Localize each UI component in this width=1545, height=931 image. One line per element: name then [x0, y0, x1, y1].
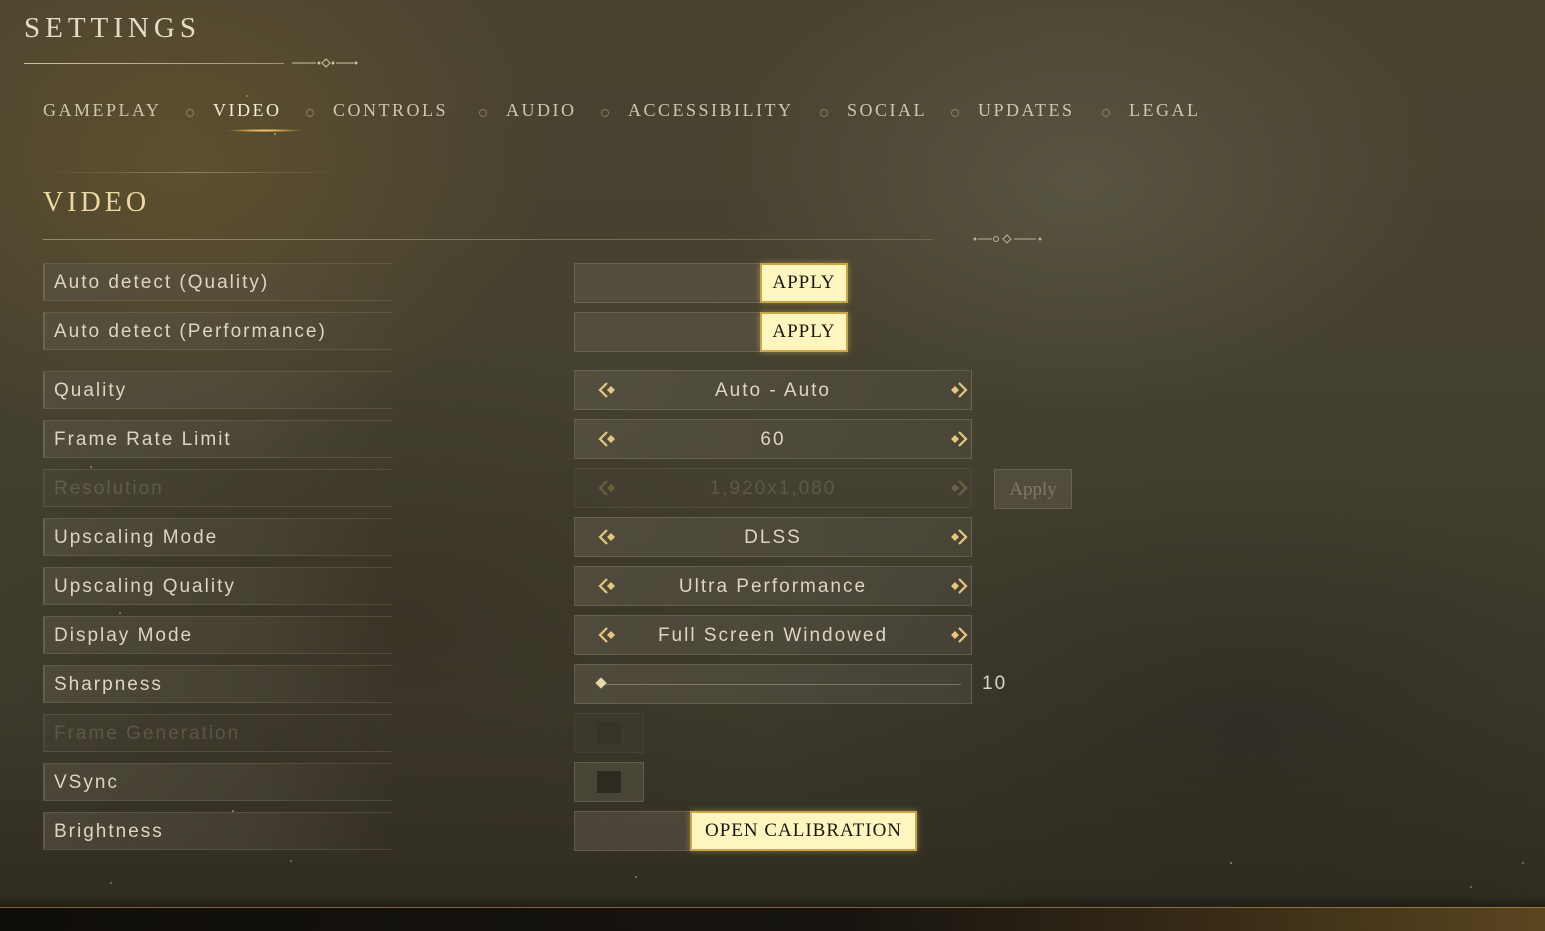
label-text: Auto detect (Performance): [54, 321, 327, 342]
chevron-left-icon[interactable]: [596, 380, 618, 400]
ember-particle: [274, 133, 276, 135]
active-tab-indicator: [229, 129, 301, 132]
label-text: Frame Rate Limit: [54, 429, 232, 450]
chevron-left-icon[interactable]: [596, 625, 618, 645]
tab-social[interactable]: SOCIAL: [847, 100, 927, 121]
display-mode-value: Full Screen Windowed: [657, 625, 889, 646]
sharpness-value: 10: [982, 673, 1008, 694]
tab-separator: [601, 109, 609, 117]
auto-performance-apply-button[interactable]: APPLY: [760, 312, 848, 352]
upscaling-quality-value: Ultra Performance: [678, 576, 868, 597]
open-calibration-button[interactable]: OPEN CALIBRATION: [690, 811, 917, 851]
setting-label-brightness: Brightness: [43, 812, 393, 850]
upscaling-mode-selector: DLSS: [574, 517, 972, 557]
tab-separator: [186, 109, 194, 117]
tab-separator: [820, 109, 828, 117]
ember-particle: [1522, 862, 1524, 864]
resolution-selector: 1,920x1,080: [574, 468, 972, 508]
frame-rate-value: 60: [760, 429, 786, 450]
setting-label-resolution: Resolution: [43, 469, 393, 507]
setting-label-frame-rate-limit: Frame Rate Limit: [43, 420, 393, 458]
calibration-track: [574, 811, 694, 851]
ember-particle: [635, 876, 637, 878]
label-text: Quality: [54, 380, 128, 401]
frame-generation-checkbox: [574, 713, 644, 753]
tab-legal[interactable]: LEGAL: [1129, 100, 1200, 121]
tab-audio[interactable]: AUDIO: [506, 100, 577, 121]
auto-quality-apply-button[interactable]: APPLY: [760, 263, 848, 303]
ember-particle: [290, 860, 292, 862]
ember-particle: [232, 810, 234, 812]
resolution-apply-button: Apply: [994, 469, 1072, 509]
chevron-right-icon[interactable]: [948, 576, 970, 596]
label-text: Upscaling Quality: [54, 576, 236, 597]
upscaling-mode-value: DLSS: [744, 527, 802, 548]
tab-updates[interactable]: UPDATES: [978, 100, 1075, 121]
label-text: Brightness: [54, 821, 164, 842]
ember-particle: [1230, 862, 1232, 864]
chevron-left-icon[interactable]: [596, 576, 618, 596]
chevron-right-icon[interactable]: [948, 380, 970, 400]
tab-separator: [479, 109, 487, 117]
section-divider: [43, 239, 933, 240]
label-text: Frame Generation: [54, 723, 241, 744]
slider-thumb[interactable]: [595, 677, 607, 689]
ember-particle: [1470, 886, 1472, 888]
ember-particle: [119, 612, 121, 614]
ember-particle: [110, 882, 112, 884]
chevron-right-icon[interactable]: [948, 527, 970, 547]
quality-selector: Auto - Auto: [574, 370, 972, 410]
label-text: Upscaling Mode: [54, 527, 219, 548]
chevron-left-icon[interactable]: [596, 429, 618, 449]
sharpness-slider[interactable]: [574, 664, 972, 704]
ember-particle: [246, 95, 248, 97]
upscaling-quality-selector: Ultra Performance: [574, 566, 972, 606]
checkbox-square: [596, 721, 622, 745]
page-title: SETTINGS: [24, 12, 201, 44]
footer-bar: [0, 907, 1545, 931]
vsync-checkbox[interactable]: [574, 762, 644, 802]
setting-label-display-mode: Display Mode: [43, 616, 393, 654]
setting-label-frame-generation: Frame Generation: [43, 714, 393, 752]
setting-label-upscaling-mode: Upscaling Mode: [43, 518, 393, 556]
ember-particle: [90, 466, 92, 468]
ornament-divider-icon: [973, 234, 1042, 244]
setting-label-auto-quality: Auto detect (Quality): [43, 263, 393, 301]
tab-separator: [306, 109, 314, 117]
tab-video[interactable]: VIDEO: [213, 100, 282, 121]
section-title: VIDEO: [43, 187, 151, 218]
title-divider: [24, 63, 284, 64]
label-text: VSync: [54, 772, 119, 793]
chevron-right-icon[interactable]: [948, 625, 970, 645]
tab-separator: [951, 109, 959, 117]
label-text: Resolution: [54, 478, 164, 499]
chevron-left-icon[interactable]: [596, 527, 618, 547]
apply-track: [574, 263, 762, 303]
resolution-value: 1,920x1,080: [709, 478, 837, 499]
tab-gameplay[interactable]: GAMEPLAY: [43, 100, 161, 121]
setting-label-vsync: VSync: [43, 763, 393, 801]
setting-label-upscaling-quality: Upscaling Quality: [43, 567, 393, 605]
setting-label-auto-performance: Auto detect (Performance): [43, 312, 393, 350]
label-text: Display Mode: [54, 625, 194, 646]
ornament-divider-icon: [292, 58, 358, 68]
label-text: Auto detect (Quality): [54, 272, 270, 293]
setting-label-quality: Quality: [43, 371, 393, 409]
chevron-left-icon: [598, 480, 615, 496]
quality-value: Auto - Auto: [714, 380, 831, 401]
chevron-right-icon[interactable]: [948, 429, 970, 449]
tab-separator: [1102, 109, 1110, 117]
label-text: Sharpness: [54, 674, 163, 695]
checkbox-square[interactable]: [596, 770, 622, 794]
tab-controls[interactable]: CONTROLS: [333, 100, 448, 121]
setting-label-sharpness: Sharpness: [43, 665, 393, 703]
display-mode-selector: Full Screen Windowed: [574, 615, 972, 655]
frame-rate-selector: 60: [574, 419, 972, 459]
slider-track[interactable]: [601, 684, 961, 685]
apply-track: [574, 312, 762, 352]
tab-accessibility[interactable]: ACCESSIBILITY: [628, 100, 794, 121]
chevron-right-icon: [951, 480, 968, 496]
section-top-divider: [43, 172, 343, 173]
